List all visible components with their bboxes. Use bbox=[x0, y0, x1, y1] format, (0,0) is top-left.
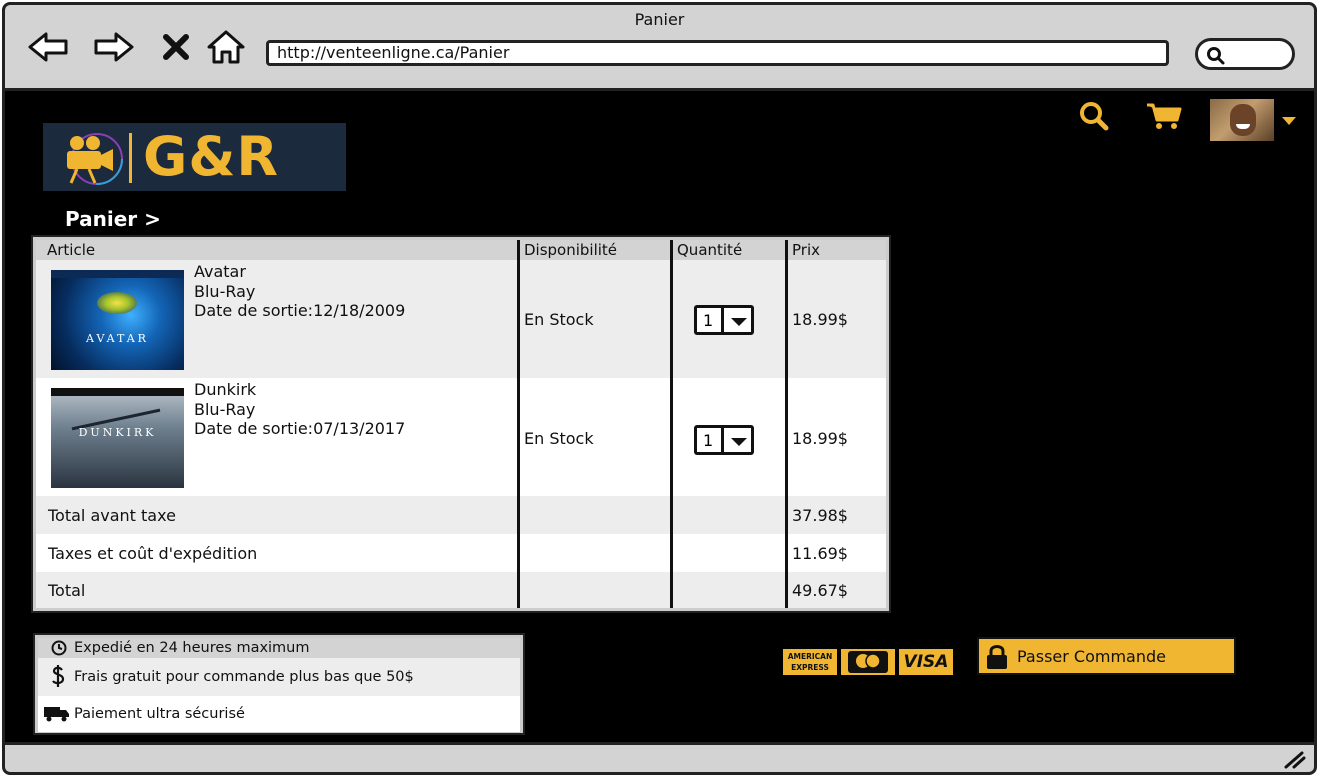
resize-grip-icon[interactable] bbox=[1280, 749, 1306, 769]
column-divider bbox=[785, 240, 788, 608]
back-button[interactable] bbox=[27, 29, 69, 65]
quantity-separator bbox=[721, 428, 724, 452]
visa-logo-text: VISA bbox=[903, 652, 949, 672]
shipping-info-box: Expedié en 24 heures maximum Frais gratu… bbox=[33, 633, 525, 735]
place-order-button[interactable]: Passer Commande bbox=[977, 637, 1236, 675]
cover-eye bbox=[97, 292, 137, 314]
dollar-icon bbox=[52, 665, 65, 687]
info-secure-payment: Paiement ultra sécurisé bbox=[74, 706, 245, 722]
logo-text: G&R bbox=[143, 125, 279, 188]
table-row: AVATAR Avatar Blu-Ray Date de sortie:12/… bbox=[36, 260, 886, 378]
tax-row: Taxes et coût d'expédition 11.69$ bbox=[36, 534, 886, 572]
mastercard-logo bbox=[841, 649, 895, 675]
mastercard-icon bbox=[848, 651, 888, 673]
table-header: Article Disponibilité Quantité Prix bbox=[36, 240, 886, 260]
amex-logo: AMERICAN EXPRESS bbox=[783, 649, 837, 675]
subtotal-label: Total avant taxe bbox=[48, 506, 176, 525]
table-row: DUNKIRK Dunkirk Blu-Ray Date de sortie:0… bbox=[36, 378, 886, 496]
item-release-date: Date de sortie:12/18/2009 bbox=[194, 301, 406, 320]
cover-title: AVATAR bbox=[86, 332, 149, 345]
cover-band bbox=[51, 388, 184, 396]
item-price: 18.99$ bbox=[792, 429, 848, 448]
home-icon bbox=[207, 30, 245, 64]
column-divider bbox=[670, 240, 673, 608]
tax-value: 11.69$ bbox=[792, 544, 848, 563]
header-price: Prix bbox=[792, 241, 820, 259]
browser-chrome: Panier http://venteenligne.ca/Panier bbox=[5, 5, 1314, 91]
browser-window: Panier http://venteenligne.ca/Panier G&R… bbox=[2, 2, 1317, 775]
tax-label: Taxes et coût d'expédition bbox=[48, 544, 258, 563]
clock-icon bbox=[51, 640, 67, 656]
quantity-dropdown[interactable]: 1 bbox=[694, 425, 754, 455]
item-title[interactable]: Dunkirk bbox=[194, 380, 405, 400]
item-format: Blu-Ray bbox=[194, 281, 256, 301]
cart-icon[interactable] bbox=[1145, 101, 1185, 131]
info-row-fee: Frais gratuit pour commande plus bas que… bbox=[38, 658, 520, 696]
total-label: Total bbox=[48, 581, 86, 600]
total-row: Total 49.67$ bbox=[36, 572, 886, 608]
info-shipping: Expedié en 24 heures maximum bbox=[74, 640, 310, 656]
browser-search-field[interactable] bbox=[1195, 38, 1295, 70]
header-availability: Disponibilité bbox=[524, 241, 618, 259]
arrow-left-icon bbox=[28, 32, 68, 62]
stop-button[interactable] bbox=[159, 29, 193, 65]
avatar-cover-image[interactable]: AVATAR bbox=[51, 270, 184, 370]
cover-title: DUNKIRK bbox=[78, 426, 157, 439]
item-price: 18.99$ bbox=[792, 310, 848, 329]
subtotal-row: Total avant taxe 37.98$ bbox=[36, 496, 886, 534]
dunkirk-cover-image[interactable]: DUNKIRK bbox=[51, 388, 184, 488]
logo-divider bbox=[129, 133, 132, 183]
lock-icon bbox=[987, 645, 1007, 669]
amex-logo-text: AMERICAN EXPRESS bbox=[787, 652, 833, 672]
status-bar bbox=[5, 742, 1314, 772]
avatar-face bbox=[1230, 104, 1256, 136]
item-title[interactable]: Avatar bbox=[194, 262, 405, 282]
search-icon[interactable] bbox=[1075, 101, 1117, 131]
item-release-date: Date de sortie:07/13/2017 bbox=[194, 419, 406, 438]
search-icon bbox=[1207, 47, 1225, 65]
place-order-label: Passer Commande bbox=[1017, 647, 1166, 666]
url-bar[interactable]: http://venteenligne.ca/Panier bbox=[266, 40, 1169, 66]
subtotal-value: 37.98$ bbox=[792, 506, 848, 525]
quantity-separator bbox=[721, 308, 724, 332]
brand-logo[interactable]: G&R bbox=[43, 123, 346, 191]
visa-logo: VISA bbox=[899, 649, 953, 675]
header-quantity: Quantité bbox=[677, 241, 743, 259]
item-availability: En Stock bbox=[524, 429, 594, 448]
forward-button[interactable] bbox=[93, 29, 135, 65]
cover-band bbox=[51, 270, 184, 278]
column-divider bbox=[517, 240, 520, 608]
info-row-shipping: Expedié en 24 heures maximum bbox=[38, 638, 520, 658]
quantity-value: 1 bbox=[703, 431, 714, 450]
item-availability: En Stock bbox=[524, 310, 594, 329]
chevron-down-icon[interactable] bbox=[731, 318, 747, 327]
quantity-value: 1 bbox=[703, 311, 714, 330]
item-details: Dunkirk Blu-Ray Date de sortie:07/13/201… bbox=[194, 380, 405, 439]
window-title: Panier bbox=[634, 10, 685, 29]
info-row-secure: Paiement ultra sécurisé bbox=[38, 696, 520, 732]
arrow-right-icon bbox=[94, 32, 134, 62]
close-icon bbox=[163, 34, 189, 60]
page-content: G&R Panier > Article Disponibilité Quant… bbox=[5, 91, 1314, 746]
chevron-down-icon[interactable] bbox=[731, 438, 747, 447]
breadcrumb[interactable]: Panier > bbox=[65, 207, 161, 231]
truck-icon bbox=[44, 707, 69, 722]
item-format: Blu-Ray bbox=[194, 399, 256, 419]
total-value: 49.67$ bbox=[792, 581, 848, 600]
info-free-fee: Frais gratuit pour commande plus bas que… bbox=[74, 669, 414, 685]
chevron-down-icon[interactable] bbox=[1282, 117, 1296, 126]
cart-table: Article Disponibilité Quantité Prix AVAT… bbox=[31, 235, 891, 613]
home-button[interactable] bbox=[205, 29, 247, 65]
quantity-dropdown[interactable]: 1 bbox=[694, 305, 754, 335]
film-camera-icon bbox=[67, 133, 123, 185]
item-details: Avatar Blu-Ray Date de sortie:12/18/2009 bbox=[194, 262, 405, 321]
user-avatar[interactable] bbox=[1210, 99, 1274, 141]
header-article: Article bbox=[47, 241, 96, 259]
